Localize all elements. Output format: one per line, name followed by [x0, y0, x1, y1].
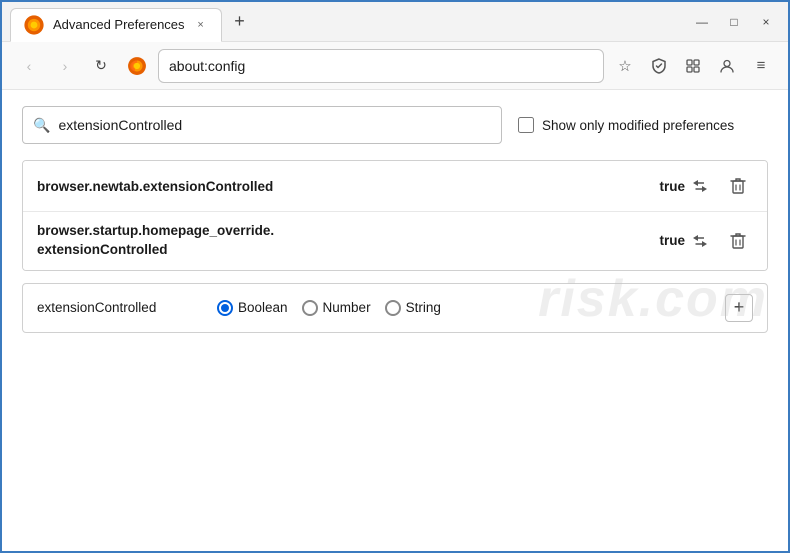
nav-icons: ☆ ≡ — [610, 51, 776, 81]
extension-button[interactable] — [678, 51, 708, 81]
pref-name-1: browser.newtab.extensionControlled — [37, 179, 649, 194]
minimize-button[interactable]: — — [688, 8, 716, 36]
trash-icon — [730, 177, 746, 195]
pref-value-2: true — [649, 233, 685, 248]
radio-string[interactable]: String — [385, 300, 441, 316]
radio-number[interactable]: Number — [302, 300, 371, 316]
address-bar[interactable]: about:config — [158, 49, 604, 83]
new-tab-button[interactable]: + — [226, 8, 254, 36]
content-area: 🔍 Show only modified preferences browser… — [2, 90, 788, 349]
radio-boolean-label: Boolean — [238, 300, 288, 315]
radio-number-circle — [302, 300, 318, 316]
bookmark-button[interactable]: ☆ — [610, 51, 640, 81]
search-input-wrap[interactable]: 🔍 — [22, 106, 502, 144]
firefox-logo — [126, 55, 148, 77]
shield-icon — [650, 57, 668, 75]
tab-title: Advanced Preferences — [53, 17, 185, 32]
back-button[interactable]: ‹ — [14, 51, 44, 81]
maximize-button[interactable]: □ — [720, 8, 748, 36]
toggle-button-1[interactable] — [685, 171, 715, 201]
table-row: browser.newtab.extensionControlled true — [23, 161, 767, 212]
address-text: about:config — [169, 58, 245, 74]
arrows-icon — [690, 178, 710, 194]
pref-name-2-line2: extensionControlled — [37, 241, 649, 260]
menu-button[interactable]: ≡ — [746, 51, 776, 81]
radio-number-label: Number — [323, 300, 371, 315]
row-1-actions — [685, 171, 753, 201]
radio-string-circle — [385, 300, 401, 316]
delete-button-1[interactable] — [723, 171, 753, 201]
radio-boolean[interactable]: Boolean — [217, 300, 288, 316]
radio-group: Boolean Number String — [217, 300, 441, 316]
add-preference-button[interactable]: + — [725, 294, 753, 322]
tab-close-button[interactable]: × — [193, 17, 209, 33]
pref-name-2-line1: browser.startup.homepage_override. — [37, 222, 649, 241]
puzzle-icon — [684, 57, 702, 75]
new-pref-name: extensionControlled — [37, 300, 197, 315]
shield-button[interactable] — [644, 51, 674, 81]
table-row: browser.startup.homepage_override. exten… — [23, 212, 767, 270]
pref-value-1: true — [649, 179, 685, 194]
arrows-icon — [690, 233, 710, 249]
pref-name-2: browser.startup.homepage_override. exten… — [37, 222, 649, 260]
show-modified-label[interactable]: Show only modified preferences — [518, 117, 734, 133]
show-modified-text: Show only modified preferences — [542, 118, 734, 133]
radio-boolean-circle — [217, 300, 233, 316]
person-icon — [718, 57, 736, 75]
toggle-button-2[interactable] — [685, 226, 715, 256]
firefox-favicon — [23, 14, 45, 36]
search-icon: 🔍 — [33, 117, 50, 134]
delete-button-2[interactable] — [723, 226, 753, 256]
results-table: browser.newtab.extensionControlled true — [22, 160, 768, 271]
window-close-button[interactable]: × — [752, 8, 780, 36]
trash-icon — [730, 232, 746, 250]
forward-button[interactable]: › — [50, 51, 80, 81]
title-bar: Advanced Preferences × + — □ × — [2, 2, 788, 42]
search-input[interactable] — [58, 117, 491, 133]
account-button[interactable] — [712, 51, 742, 81]
nav-bar: ‹ › ↻ about:config ☆ — [2, 42, 788, 90]
browser-tab[interactable]: Advanced Preferences × — [10, 8, 222, 42]
radio-boolean-dot — [221, 304, 229, 312]
window-controls: — □ × — [688, 8, 780, 36]
row-2-actions — [685, 226, 753, 256]
new-pref-row: extensionControlled Boolean Number Strin… — [22, 283, 768, 333]
search-bar-row: 🔍 Show only modified preferences — [22, 106, 768, 144]
show-modified-checkbox[interactable] — [518, 117, 534, 133]
radio-string-label: String — [406, 300, 441, 315]
reload-button[interactable]: ↻ — [86, 51, 116, 81]
